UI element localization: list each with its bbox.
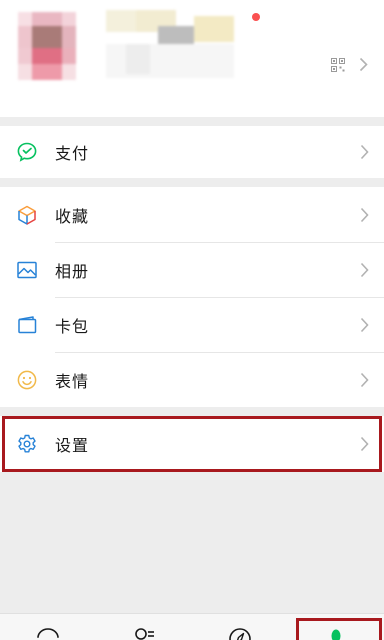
discover-badge-dot xyxy=(252,13,260,21)
menu-item-pay[interactable]: 支付 xyxy=(0,126,384,178)
profile-header[interactable] xyxy=(0,0,384,117)
menu-item-label: 卡包 xyxy=(55,316,90,336)
me-tab-highlight-box xyxy=(296,618,382,640)
avatar[interactable] xyxy=(18,12,76,80)
pay-section: 支付 xyxy=(0,126,384,178)
menu-item-label: 表情 xyxy=(55,371,90,391)
chevron-right-icon xyxy=(360,372,369,387)
menu-item-label: 收藏 xyxy=(55,206,90,226)
pay-icon xyxy=(17,142,37,162)
cards-icon xyxy=(18,315,37,333)
discover-icon xyxy=(229,628,251,640)
menu-item-label: 支付 xyxy=(55,144,90,163)
chevron-right-icon xyxy=(359,57,368,72)
album-icon xyxy=(17,261,37,278)
menu-item-label: 设置 xyxy=(55,436,90,455)
profile-name-blurred xyxy=(106,10,238,78)
chevron-right-icon xyxy=(360,436,369,452)
chats-icon xyxy=(37,628,59,638)
chevron-right-icon xyxy=(360,207,369,222)
settings-section: 设置 xyxy=(0,416,384,472)
sticker-icon xyxy=(17,370,37,389)
settings-icon xyxy=(18,434,36,453)
services-section: 收藏 相册 卡包 表情 xyxy=(0,187,384,407)
contacts-icon xyxy=(135,628,154,640)
menu-item-sticker[interactable]: 表情 xyxy=(0,352,384,407)
tab-chats[interactable] xyxy=(0,614,96,640)
favorites-icon xyxy=(18,205,36,225)
tab-discover[interactable] xyxy=(192,614,288,640)
menu-item-cards[interactable]: 卡包 xyxy=(0,297,384,352)
chevron-right-icon xyxy=(360,144,369,160)
chevron-right-icon xyxy=(360,262,369,277)
tab-contacts[interactable] xyxy=(96,614,192,640)
menu-item-settings[interactable]: 设置 xyxy=(0,416,384,472)
chevron-right-icon xyxy=(360,317,369,332)
menu-item-album[interactable]: 相册 xyxy=(0,242,384,297)
menu-item-label: 相册 xyxy=(55,261,90,281)
menu-item-favorites[interactable]: 收藏 xyxy=(0,187,384,242)
qr-code-icon[interactable] xyxy=(331,58,345,72)
